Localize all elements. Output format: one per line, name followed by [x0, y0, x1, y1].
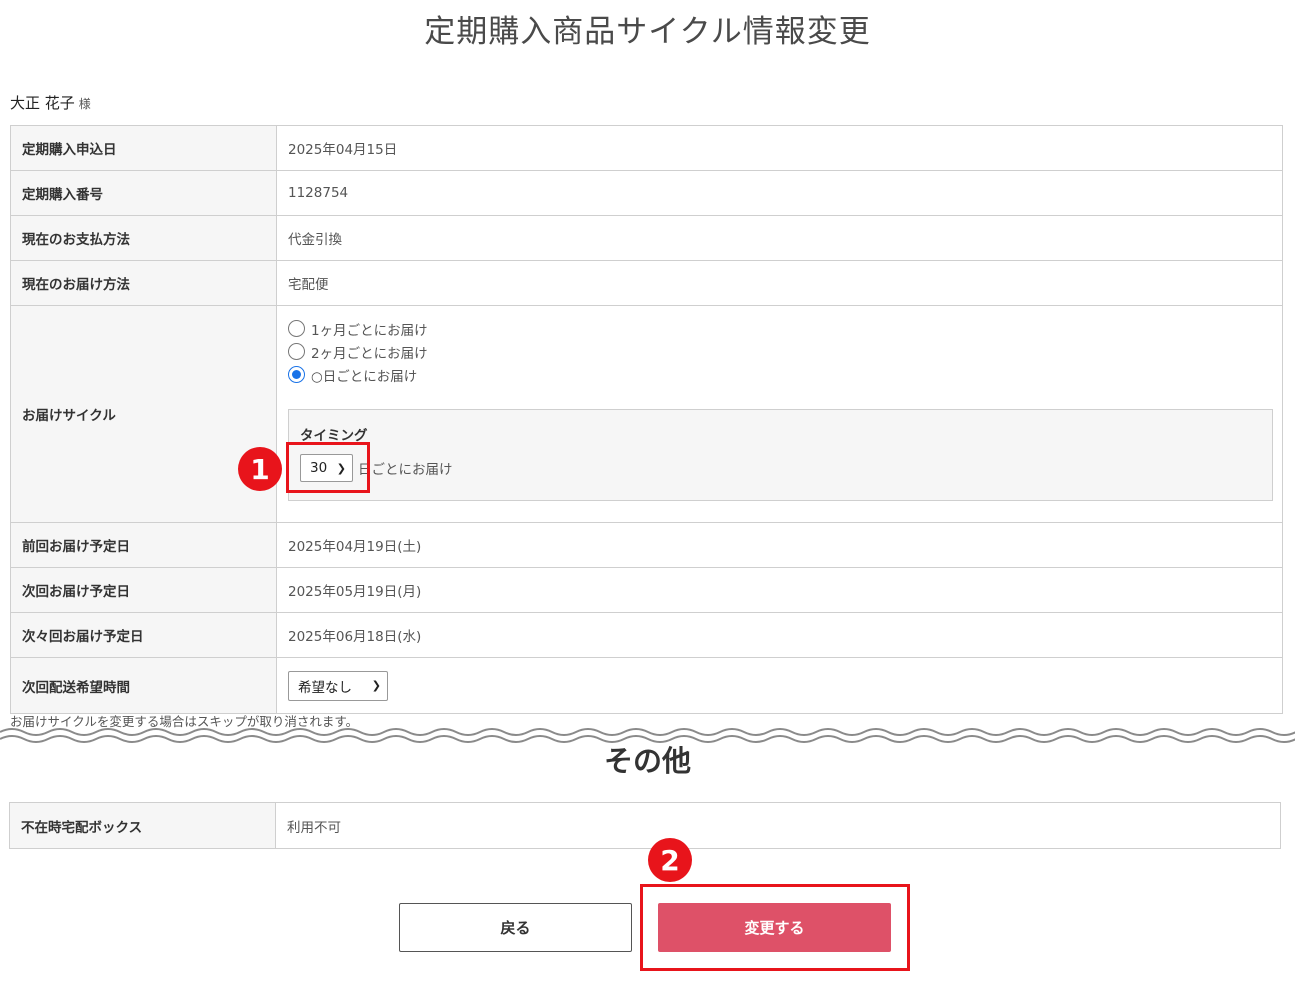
table-row: 次回お届け予定日 2025年05月19日(月): [10, 567, 1283, 613]
radio-icon[interactable]: [288, 320, 305, 337]
next-delivery-value: 2025年05月19日(月): [276, 567, 1283, 613]
step-badge-2: 2: [648, 838, 692, 882]
other-section-title: その他: [603, 744, 691, 778]
timing-row: 30 ❯ 日ごとにお届け: [300, 454, 1261, 482]
timing-select[interactable]: 30 ❯: [300, 454, 353, 482]
step-badge-1: 1: [238, 447, 282, 491]
previous-delivery-value: 2025年04月19日(土): [276, 522, 1283, 568]
table-row: 現在のお支払方法 代金引換: [10, 215, 1283, 261]
page-title: 定期購入商品サイクル情報変更: [424, 14, 871, 50]
subscription-info-table: 定期購入申込日 2025年04月15日 定期購入番号 1128754 現在のお支…: [10, 125, 1283, 714]
table-row: 定期購入申込日 2025年04月15日: [10, 125, 1283, 171]
delivery-time-select[interactable]: 希望なし ❯: [288, 670, 388, 701]
row-label: 現在のお届け方法: [10, 260, 277, 306]
payment-method-value: 代金引換: [276, 215, 1283, 261]
table-row: 次回配送希望時間 希望なし ❯: [10, 657, 1283, 714]
change-button[interactable]: 変更する: [658, 903, 891, 952]
row-label: 定期購入申込日: [10, 125, 277, 171]
cycle-cell: 1ヶ月ごとにお届け 2ヶ月ごとにお届け ○日ごとにお届け タイミング 30 ❯ …: [276, 305, 1283, 523]
table-row: お届けサイクル 1ヶ月ごとにお届け 2ヶ月ごとにお届け ○日ごとにお届け タイミ…: [10, 305, 1283, 523]
cycle-option-3[interactable]: ○日ごとにお届け: [288, 363, 1271, 386]
other-info-table: 不在時宅配ボックス 利用不可: [9, 802, 1281, 849]
delivery-time-cell: 希望なし ❯: [276, 657, 1283, 714]
timing-suffix: 日ごとにお届け: [358, 462, 453, 478]
cycle-option-label: 2ヶ月ごとにお届け: [311, 345, 428, 362]
table-row: 不在時宅配ボックス 利用不可: [9, 802, 1281, 849]
timing-panel: タイミング 30 ❯ 日ごとにお届け: [288, 409, 1273, 501]
radio-icon[interactable]: [288, 366, 305, 383]
radio-icon[interactable]: [288, 343, 305, 360]
row-label: お届けサイクル: [10, 305, 277, 523]
chevron-down-icon: ❯: [336, 461, 346, 475]
subscription-number-value: 1128754: [276, 170, 1283, 216]
cycle-option-1[interactable]: 1ヶ月ごとにお届け: [288, 317, 1271, 340]
row-label: 次回お届け予定日: [10, 567, 277, 613]
application-date-value: 2025年04月15日: [276, 125, 1283, 171]
cycle-option-label: ○日ごとにお届け: [311, 368, 418, 385]
back-button[interactable]: 戻る: [399, 903, 632, 952]
table-row: 現在のお届け方法 宅配便: [10, 260, 1283, 306]
row-label: 不在時宅配ボックス: [9, 802, 276, 849]
row-label: 現在のお支払方法: [10, 215, 277, 261]
row-label: 定期購入番号: [10, 170, 277, 216]
customer-name-text: 大正 花子: [10, 94, 75, 112]
delivery-box-value: 利用不可: [275, 802, 1281, 849]
chevron-down-icon: ❯: [371, 679, 381, 692]
table-row: 前回お届け予定日 2025年04月19日(土): [10, 522, 1283, 568]
row-label: 前回お届け予定日: [10, 522, 277, 568]
timing-select-value: 30: [310, 460, 328, 476]
customer-name: 大正 花子様: [10, 92, 91, 113]
table-row: 定期購入番号 1128754: [10, 170, 1283, 216]
delivery-time-select-value: 希望なし: [298, 679, 352, 696]
table-row: 次々回お届け予定日 2025年06月18日(水): [10, 612, 1283, 658]
row-label: 次回配送希望時間: [10, 657, 277, 714]
after-next-delivery-value: 2025年06月18日(水): [276, 612, 1283, 658]
delivery-method-value: 宅配便: [276, 260, 1283, 306]
timing-title: タイミング: [300, 428, 368, 444]
customer-honorific: 様: [78, 97, 91, 111]
cycle-option-label: 1ヶ月ごとにお届け: [311, 322, 428, 339]
row-label: 次々回お届け予定日: [10, 612, 277, 658]
cycle-option-2[interactable]: 2ヶ月ごとにお届け: [288, 340, 1271, 363]
